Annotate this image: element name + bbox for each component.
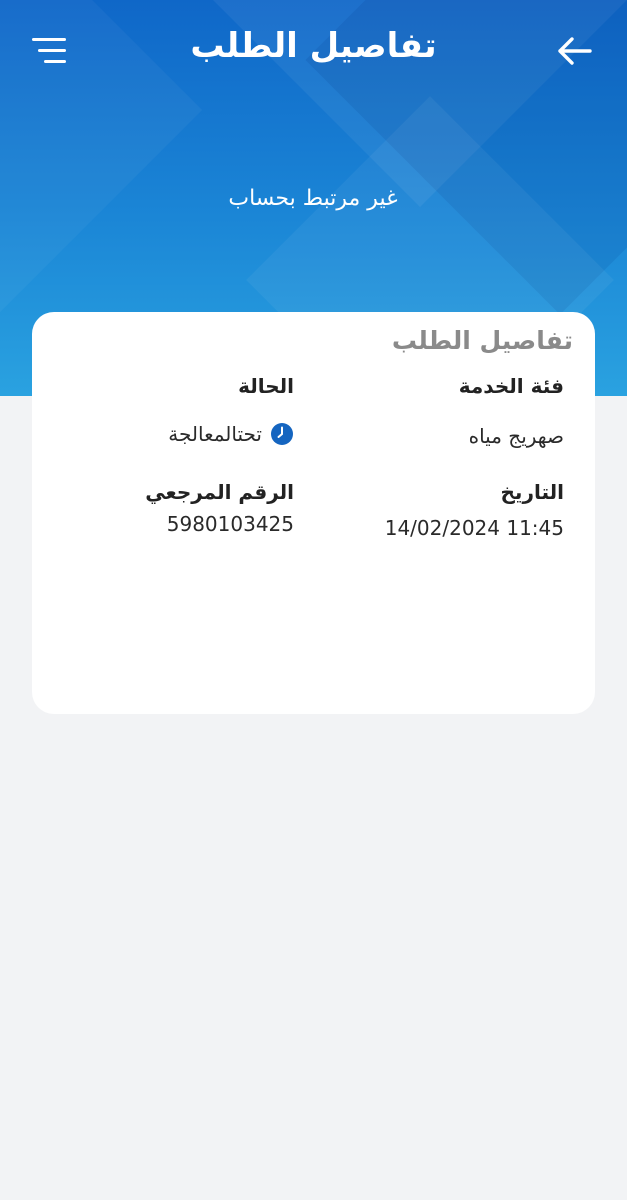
- arrow-left-icon: [558, 37, 592, 65]
- reference-number-value: 5980103425: [166, 512, 294, 536]
- screen: تفاصيل الطلب غير مرتبط بحساب تفاصيل الطل…: [0, 0, 627, 1200]
- service-category-label: فئة الخدمة: [458, 374, 564, 398]
- menu-line: [32, 38, 66, 41]
- hamburger-menu-icon[interactable]: [28, 34, 70, 68]
- app-header: تفاصيل الطلب: [0, 0, 627, 100]
- clock-icon: [271, 423, 293, 445]
- status-text: تحتالمعالجة: [168, 422, 262, 446]
- date-value: 14/02/2024 11:45: [384, 516, 564, 540]
- reference-number-label: الرقم المرجعي: [145, 480, 294, 504]
- menu-line: [44, 60, 66, 63]
- status-label: الحالة: [238, 374, 294, 398]
- back-button[interactable]: [552, 32, 596, 70]
- page-title: تفاصيل الطلب: [190, 26, 437, 66]
- date-label: التاريخ: [500, 480, 564, 504]
- card-title: تفاصيل الطلب: [391, 326, 573, 355]
- account-link-status: غير مرتبط بحساب: [228, 186, 398, 211]
- request-details-card: تفاصيل الطلب فئة الخدمة صهريج مياه الحال…: [32, 312, 595, 714]
- service-category-value: صهريج مياه: [468, 424, 564, 448]
- status-value: تحتالمعالجة: [168, 422, 294, 446]
- menu-line: [38, 49, 66, 52]
